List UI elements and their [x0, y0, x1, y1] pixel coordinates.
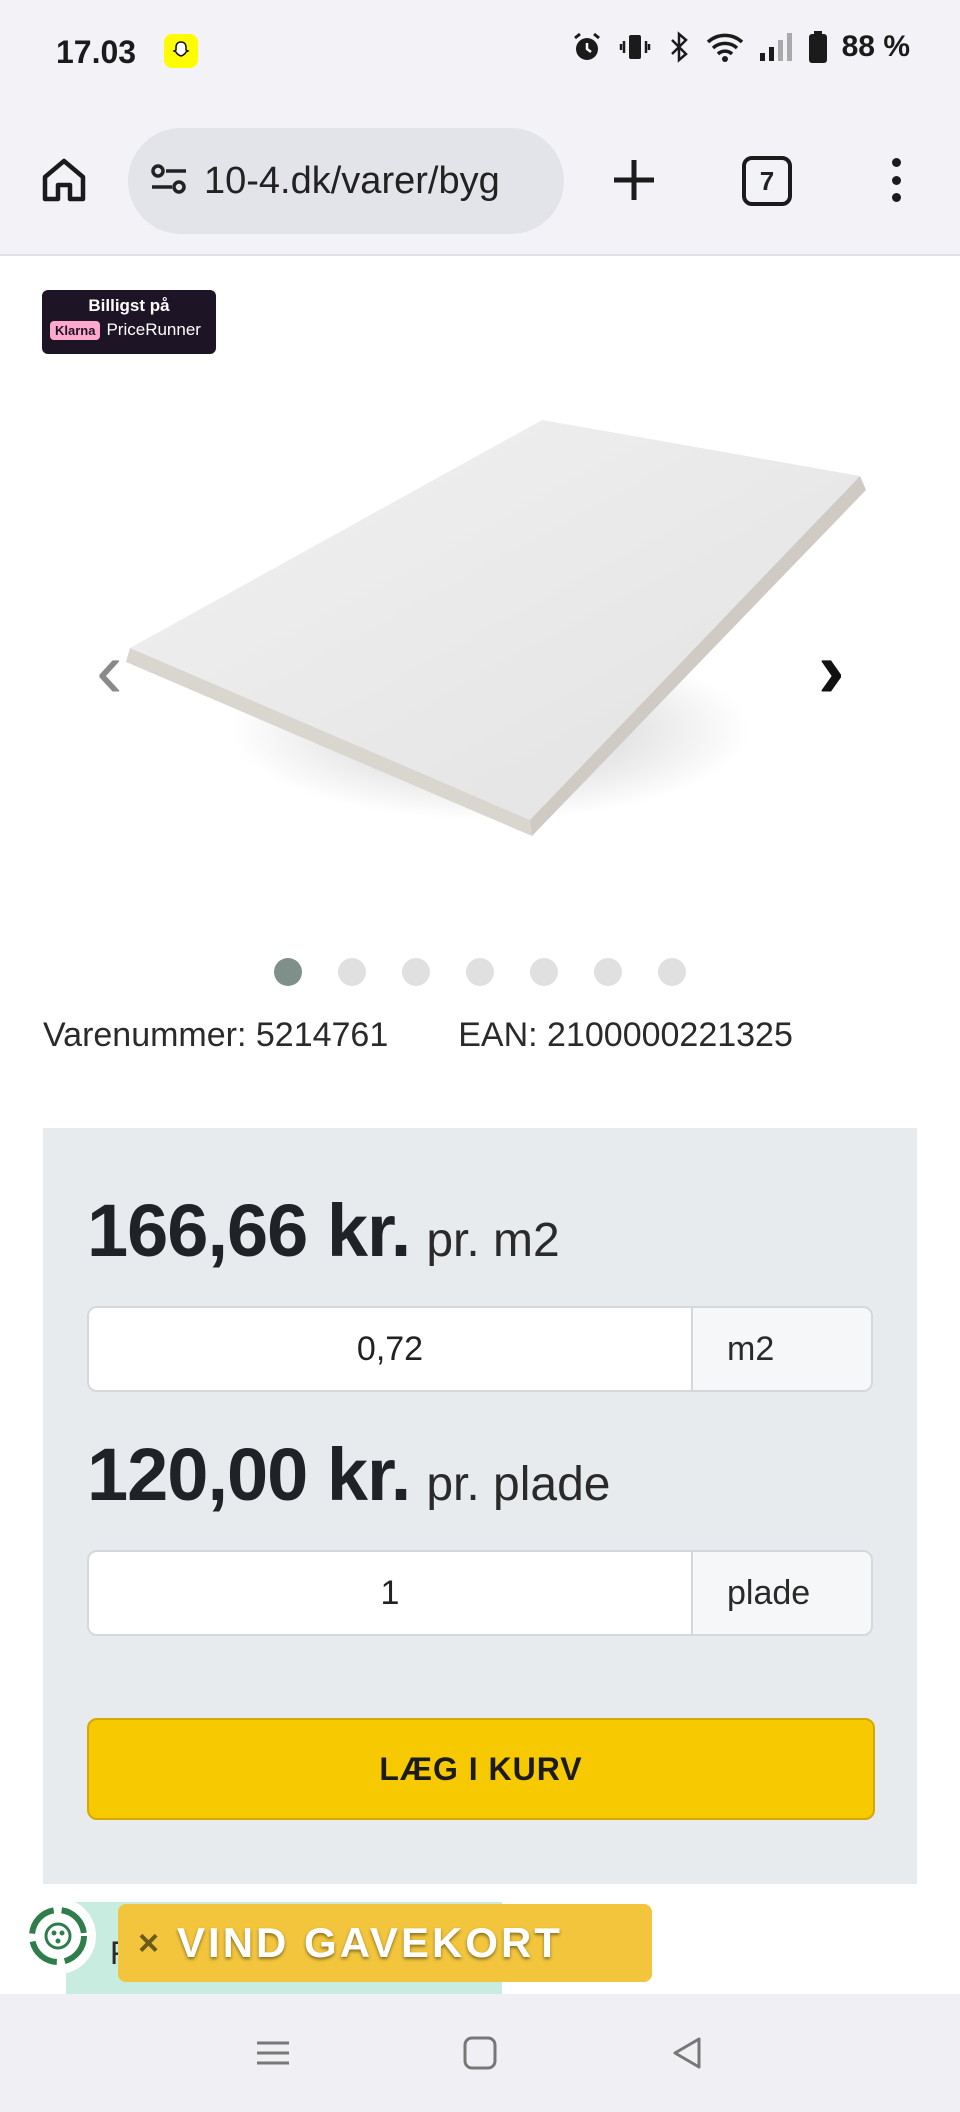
add-to-cart-button[interactable]: LÆG I KURV [87, 1718, 875, 1820]
price-per-m2-label: pr. m2 [426, 1214, 560, 1267]
gallery-dot[interactable] [338, 958, 366, 986]
url-text: 10-4.dk/varer/byg [204, 159, 500, 202]
product-meta: Varenummer: 5214761 EAN: 2100000221325 [43, 1016, 793, 1055]
price-per-plate: 120,00 kr. [87, 1433, 411, 1516]
gift-card-banner[interactable]: × VIND GAVEKORT [118, 1904, 652, 1982]
pricerunner-badge[interactable]: Billigst på Klarna PriceRunner [42, 290, 216, 354]
area-quantity-field: m2 [87, 1306, 873, 1392]
plate-quantity-field: plade [87, 1550, 873, 1636]
gallery-dot[interactable] [402, 958, 430, 986]
gallery-dot[interactable] [594, 958, 622, 986]
plus-icon[interactable] [606, 152, 662, 208]
price-per-plate-line: 120,00 kr. pr. plade [87, 1432, 610, 1517]
site-settings-icon[interactable] [148, 161, 190, 202]
plate-input[interactable] [89, 1552, 691, 1634]
eco-badge-icon[interactable] [20, 1898, 96, 1974]
more-menu-icon[interactable] [876, 152, 916, 208]
alarm-icon [570, 30, 604, 64]
gallery-dot[interactable] [530, 958, 558, 986]
status-bar: 17.03 88 % [0, 0, 960, 108]
price-box: 166,66 kr. pr. m2 m2 120,00 kr. pr. plad… [43, 1128, 917, 1884]
battery-percent: 88 % [841, 30, 910, 63]
gallery-next-button[interactable]: › [818, 630, 845, 710]
gallery-pagination [274, 958, 686, 986]
item-number: Varenummer: 5214761 [43, 1016, 389, 1054]
snapchat-icon [164, 34, 198, 68]
ean-number: EAN: 2100000221325 [458, 1016, 793, 1054]
wifi-icon [706, 31, 744, 63]
gallery-dot[interactable] [466, 958, 494, 986]
gift-banner-text: VIND GAVEKORT [177, 1919, 563, 1966]
product-image [126, 420, 866, 836]
close-icon[interactable]: × [138, 1922, 159, 1964]
gallery-dot[interactable] [658, 958, 686, 986]
area-unit: m2 [691, 1308, 871, 1390]
browser-toolbar: 10-4.dk/varer/byg 7 [0, 108, 960, 256]
price-per-plate-label: pr. plade [426, 1458, 611, 1511]
product-gallery: ‹ › [60, 380, 900, 900]
plate-unit: plade [691, 1552, 871, 1634]
back-icon[interactable] [657, 2023, 717, 2083]
vibrate-icon [618, 30, 652, 64]
gallery-prev-button[interactable]: ‹ [96, 630, 123, 710]
home-nav-icon[interactable] [450, 2023, 510, 2083]
klarna-logo: Klarna [50, 320, 101, 340]
price-per-m2: 166,66 kr. [87, 1189, 411, 1272]
tab-count: 7 [759, 165, 775, 196]
battery-icon [808, 30, 828, 64]
price-per-m2-line: 166,66 kr. pr. m2 [87, 1188, 560, 1273]
tabs-icon[interactable]: 7 [742, 156, 792, 206]
signal-icon [758, 31, 794, 63]
area-input[interactable] [89, 1308, 691, 1390]
home-icon[interactable] [36, 152, 92, 208]
recent-apps-icon[interactable] [243, 2023, 303, 2083]
bluetooth-icon [666, 30, 692, 64]
pricerunner-label: PriceRunner [106, 320, 201, 339]
system-nav-bar [0, 1994, 960, 2112]
gallery-dot[interactable] [274, 958, 302, 986]
badge-title: Billigst på [88, 296, 170, 315]
status-time: 17.03 [56, 34, 137, 70]
address-bar[interactable]: 10-4.dk/varer/byg [128, 128, 564, 234]
